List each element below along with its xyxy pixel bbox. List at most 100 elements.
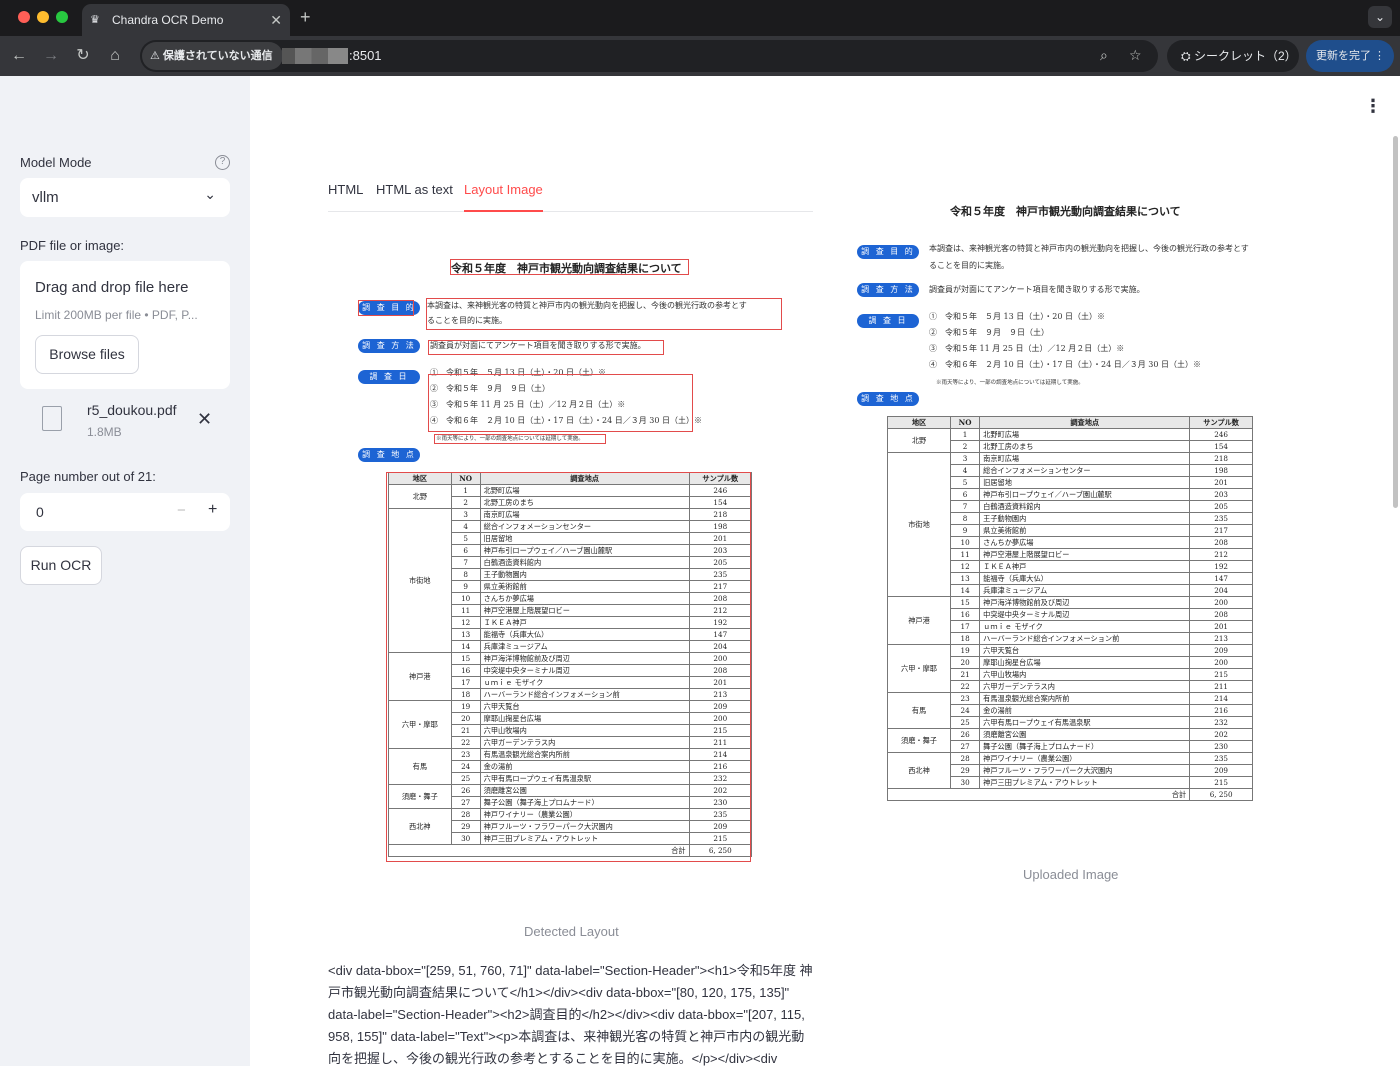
main-menu-icon[interactable]: ⋮ [1364, 96, 1382, 117]
sample-cell: 208 [1189, 608, 1253, 621]
table-header-cell: サンプル数 [1189, 416, 1253, 429]
doc-pill: 調 査 日 [857, 314, 919, 328]
scrollbar[interactable] [1393, 136, 1398, 508]
number-cell: 9 [950, 524, 981, 537]
number-cell: 22 [950, 680, 981, 693]
incognito-chip[interactable]: ⛭ シークレット（2） [1167, 40, 1299, 72]
number-cell: 7 [950, 500, 981, 513]
area-cell: 市街地 [886, 452, 952, 597]
number-cell: 3 [950, 452, 981, 465]
tab-html-as-text[interactable]: HTML as text [376, 182, 453, 197]
home-icon[interactable]: ⌂ [104, 45, 126, 67]
number-cell: 17 [950, 620, 981, 633]
table-row: 市街地 3 南京町広場 218 [886, 452, 1253, 597]
minimize-window-button[interactable] [37, 11, 49, 23]
sample-cell: 198 [1189, 464, 1253, 477]
zoom-icon[interactable]: ⌕ [1100, 47, 1108, 64]
browser-tab[interactable]: ♛ Chandra OCR Demo ✕ [82, 4, 290, 36]
model-mode-label: Model Mode [20, 155, 92, 170]
sample-cell: 232 [1189, 716, 1253, 729]
area-cell: 有馬 [886, 692, 952, 729]
sample-cell: 205 [1189, 500, 1253, 513]
sample-cell: 200 [1189, 596, 1253, 609]
chevron-down-icon[interactable]: ⌄ [1368, 6, 1392, 28]
page-number-input[interactable]: 0 − + [20, 493, 230, 531]
decrement-button[interactable]: − [177, 502, 186, 519]
location-cell: 北野工房のまち [979, 440, 1191, 453]
maximize-window-button[interactable] [56, 11, 68, 23]
number-cell: 1 [950, 428, 981, 441]
browse-files-button[interactable]: Browse files [35, 335, 139, 374]
reload-icon[interactable]: ↻ [72, 45, 94, 67]
tab-strip: ♛ Chandra OCR Demo ✕ + ⌄ [0, 0, 1400, 36]
location-cell: ｕｍｉｅ モザイク [979, 620, 1191, 633]
run-ocr-button[interactable]: Run OCR [20, 546, 102, 585]
table-row: 西北神 28 神戸ワイナリー（農業公園） 235 [886, 752, 1253, 789]
sample-cell: 154 [1189, 440, 1253, 453]
doc-title: 令和５年度 神戸市観光動向調査結果について [950, 205, 1181, 218]
doc-method: 調査員が対面にてアンケート項目を聞き取りする形で実施。 [929, 285, 1145, 294]
number-cell: 13 [950, 572, 981, 585]
number-cell: 18 [950, 632, 981, 645]
location-cell: 総合インフォメーションセンター [979, 464, 1191, 477]
sample-cell: 203 [1189, 488, 1253, 501]
security-label: 保護されていない通信 [162, 50, 273, 62]
security-chip[interactable]: ⚠ 保護されていない通信 [142, 42, 283, 70]
layout-box [428, 374, 693, 432]
sample-cell: 218 [1189, 452, 1253, 465]
table-total-row: 合計 6, 250 [886, 788, 1253, 801]
tab-html[interactable]: HTML [328, 182, 363, 197]
sample-cell: 235 [1189, 512, 1253, 525]
sample-cell: 230 [1189, 740, 1253, 753]
location-cell: 南京町広場 [979, 452, 1191, 465]
new-tab-icon[interactable]: + [300, 7, 311, 28]
location-cell: 神戸ワイナリー（農業公園） [979, 752, 1191, 765]
file-label: PDF file or image: [20, 238, 125, 253]
location-cell: 神戸海洋博物館前及び周辺 [979, 596, 1191, 609]
sample-cell: 208 [1189, 536, 1253, 549]
remove-file-icon[interactable]: ✕ [197, 409, 212, 430]
incognito-label: シークレット（2） [1193, 49, 1297, 63]
increment-button[interactable]: + [208, 501, 217, 519]
star-icon[interactable]: ☆ [1129, 47, 1142, 64]
doc-date: ③ 令和５年 11 月 25 日（土）／12 月２日（土）※ [929, 344, 1125, 353]
close-window-button[interactable] [18, 11, 30, 23]
forward-icon[interactable]: → [40, 45, 62, 67]
help-icon[interactable]: ? [215, 155, 230, 170]
number-cell: 29 [950, 764, 981, 777]
uploaded-file-size: 1.8MB [87, 425, 122, 439]
doc-date: ② 令和５年 ９月 ９日（土） [929, 328, 1049, 337]
dropzone-title: Drag and drop file here [35, 279, 189, 296]
tab-layout-image[interactable]: Layout Image [464, 182, 543, 212]
table-header-cell: NO [950, 416, 981, 429]
layout-box [386, 472, 751, 862]
table-row: 有馬 23 有馬温泉観光総合案内所前 214 [886, 692, 1253, 729]
update-button[interactable]: 更新を完了 ⋮ [1306, 40, 1394, 72]
dropzone-limit: Limit 200MB per file • PDF, P... [35, 308, 198, 322]
page-number-label: Page number out of 21: [20, 469, 156, 484]
number-cell: 8 [950, 512, 981, 525]
incognito-icon: ⛭ [1181, 49, 1191, 63]
back-icon[interactable]: ← [8, 45, 30, 67]
location-cell: 須磨離宮公園 [979, 728, 1191, 741]
table-row: 須磨・舞子 26 須磨離宮公園 202 [886, 728, 1253, 753]
file-dropzone[interactable]: Drag and drop file here Limit 200MB per … [20, 261, 230, 389]
uploaded-file-name: r5_doukou.pdf [87, 402, 177, 418]
location-cell: 旧居留地 [979, 476, 1191, 489]
doc-purpose: 本調査は、来神観光客の特質と神戸市内の観光動向を把握し、今後の観光行政の参考とす [929, 244, 1249, 253]
location-cell: 六甲ガーデンテラス内 [979, 680, 1191, 693]
location-cell: 摩耶山掬星台広場 [979, 656, 1191, 669]
location-cell: 神戸空港屋上階展望ロビー [979, 548, 1191, 561]
close-tab-icon[interactable]: ✕ [270, 12, 282, 29]
sample-cell: 217 [1189, 524, 1253, 537]
address-bar[interactable]: ⚠ 保護されていない通信 :8501 ⌕ ☆ [140, 40, 1158, 72]
model-mode-select[interactable]: vllm ⌄ [20, 178, 230, 217]
number-cell: 25 [950, 716, 981, 729]
location-cell: 舞子公園（舞子海上プロムナード） [979, 740, 1191, 753]
output-tabs: HTML HTML as text Layout Image [328, 182, 813, 212]
sample-cell: 209 [1189, 764, 1253, 777]
sample-cell: 204 [1189, 584, 1253, 597]
number-cell: 5 [950, 476, 981, 489]
number-cell: 11 [950, 548, 981, 561]
location-cell: 兵庫津ミュージアム [979, 584, 1191, 597]
